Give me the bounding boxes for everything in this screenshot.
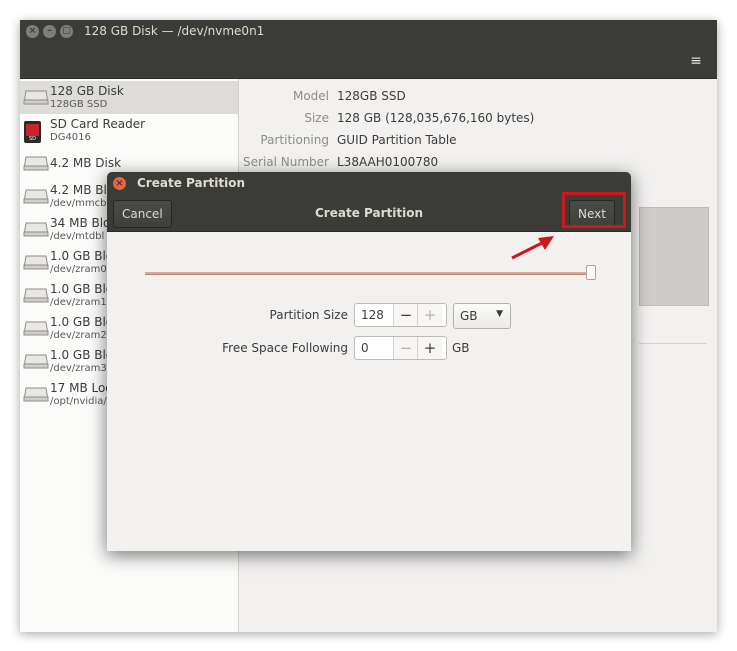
close-window-button[interactable]: × xyxy=(26,25,39,38)
device-subtitle: /dev/mmcb xyxy=(50,198,107,209)
dialog-header-title: Create Partition xyxy=(315,206,423,220)
disk-icon xyxy=(23,88,49,108)
dialog-window-title: Create Partition xyxy=(137,176,245,190)
device-name: 34 MB Blo xyxy=(50,216,111,230)
disk-icon xyxy=(23,220,49,240)
device-name: 1.0 GB Blo xyxy=(50,249,114,263)
partition-size-label: Partition Size xyxy=(269,308,348,322)
disk-icon xyxy=(23,319,49,339)
disk-icon xyxy=(23,385,49,405)
disk-icon xyxy=(23,154,49,174)
volume-toolbar xyxy=(639,309,707,344)
free-space-decrement[interactable]: − xyxy=(393,337,418,359)
window-controls: × – ▢ xyxy=(26,25,73,38)
device-name: 17 MB Loo xyxy=(50,381,113,395)
size-key: Size xyxy=(304,111,329,125)
device-name: 1.0 GB Blo xyxy=(50,315,114,329)
window-title: 128 GB Disk — /dev/nvme0n1 xyxy=(84,24,265,38)
free-space-value[interactable]: 0 xyxy=(361,341,369,355)
free-space-unit: GB xyxy=(452,341,470,355)
volume-graphic[interactable] xyxy=(639,207,709,306)
partition-size-increment[interactable]: + xyxy=(417,304,442,326)
disk-icon xyxy=(23,352,49,372)
partition-size-decrement[interactable]: − xyxy=(393,304,418,326)
free-space-following-label: Free Space Following xyxy=(222,341,348,355)
sidebar-device-item[interactable]: SD SD Card Reader DG4016 xyxy=(20,114,238,147)
free-space-increment[interactable]: + xyxy=(417,337,442,359)
partition-size-value[interactable]: 128 xyxy=(361,308,384,322)
device-subtitle: /dev/zram1 xyxy=(50,297,107,308)
maximize-window-button[interactable]: ▢ xyxy=(60,25,73,38)
device-name: 1.0 GB Blo xyxy=(50,348,114,362)
device-name: 4.2 MB Blo xyxy=(50,183,115,197)
model-key: Model xyxy=(292,89,329,103)
hamburger-menu-icon[interactable]: ≡ xyxy=(687,52,705,70)
partition-size-unit-dropdown[interactable]: GB ▼ xyxy=(453,303,511,329)
create-partition-dialog: × Create Partition Cancel Create Partiti… xyxy=(107,172,631,551)
window-titlebar: × – ▢ 128 GB Disk — /dev/nvme0n1 xyxy=(20,20,717,44)
device-subtitle: /dev/zram3 xyxy=(50,363,107,374)
disk-icon xyxy=(23,253,49,273)
svg-text:SD: SD xyxy=(29,136,36,142)
sidebar-device-item[interactable]: 128 GB Disk 128GB SSD xyxy=(20,81,238,114)
minimize-window-button[interactable]: – xyxy=(43,25,56,38)
sd-card-icon: SD xyxy=(23,121,47,143)
partition-size-spinner[interactable]: 128 − + xyxy=(354,303,447,327)
device-subtitle: /opt/nvidia/ xyxy=(50,396,107,407)
serial-number-key: Serial Number xyxy=(243,155,329,169)
dialog-close-button[interactable]: × xyxy=(113,177,126,190)
free-space-spinner[interactable]: 0 − + xyxy=(354,336,447,360)
device-subtitle: DG4016 xyxy=(50,132,91,143)
red-arrow-annotation xyxy=(511,236,554,260)
model-value: 128GB SSD xyxy=(337,89,406,103)
device-subtitle: /dev/zram0 xyxy=(50,264,107,275)
next-highlight-box xyxy=(562,192,626,228)
partitioning-value: GUID Partition Table xyxy=(337,133,457,147)
unit-selected-value: GB xyxy=(460,309,478,323)
dropdown-arrow-icon: ▼ xyxy=(496,309,503,319)
dialog-titlebar: × Create Partition xyxy=(107,172,631,196)
serial-number-value: L38AAH0100780 xyxy=(337,155,439,169)
device-subtitle: 128GB SSD xyxy=(50,99,108,110)
slider-handle[interactable] xyxy=(586,265,596,280)
dialog-headerbar: Cancel Create Partition Next xyxy=(107,196,631,232)
disk-icon xyxy=(23,187,49,207)
arrow-shaft xyxy=(511,240,545,260)
partition-size-slider[interactable] xyxy=(145,272,593,275)
disk-icon xyxy=(23,286,49,306)
partitioning-key: Partitioning xyxy=(260,133,329,147)
device-name: 4.2 MB Disk xyxy=(50,156,122,170)
size-value: 128 GB (128,035,676,160 bytes) xyxy=(337,111,535,125)
device-name: 1.0 GB Blo xyxy=(50,282,114,296)
device-subtitle: /dev/mtdbl xyxy=(50,231,105,242)
window-headerbar: ≡ xyxy=(20,44,717,79)
device-name: 128 GB Disk xyxy=(50,84,124,98)
device-name: SD Card Reader xyxy=(50,117,146,131)
device-subtitle: /dev/zram2 xyxy=(50,330,107,341)
